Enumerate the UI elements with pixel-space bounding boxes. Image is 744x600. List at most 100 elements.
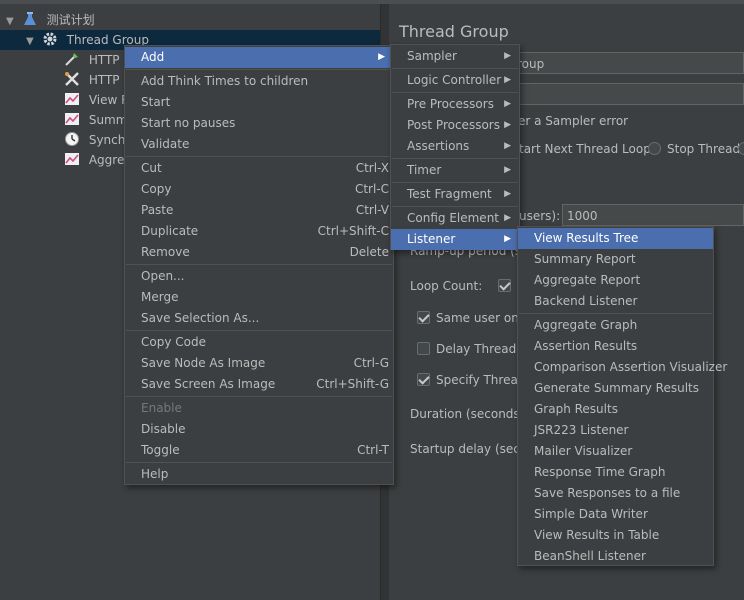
menu-item-start-no-pauses[interactable]: Start no pauses [125, 113, 393, 134]
menu-item-view-results-tree[interactable]: View Results Tree [518, 228, 713, 249]
checkbox[interactable] [417, 342, 430, 355]
shortcut-label: Ctrl-X [355, 161, 389, 175]
menu-item-beanshell-listener[interactable]: BeanShell Listener [518, 546, 713, 567]
sampler-error-label: er a Sampler error [518, 114, 629, 128]
menu-item-backend-listener[interactable]: Backend Listener [518, 291, 713, 312]
start-next-loop-option[interactable]: tart Next Thread Loop [519, 142, 651, 156]
menu-item-config-element[interactable]: Config Element ▶ [391, 208, 519, 229]
menu-item-label: Validate [141, 137, 190, 151]
comments-field[interactable] [512, 83, 744, 105]
menu-item-cut[interactable]: Cut Ctrl-X [125, 158, 393, 179]
name-field[interactable]: roup [512, 52, 744, 74]
listener-submenu: View Results Tree Summary Report Aggrega… [517, 226, 727, 567]
menu-item-graph-results[interactable]: Graph Results [518, 399, 713, 420]
menu-item-label: Duplicate [141, 224, 199, 238]
menu-item-save-screen-image[interactable]: Save Screen As Image Ctrl+Shift-G [125, 374, 393, 395]
radio-button[interactable] [738, 142, 744, 155]
menu-item-summary-report[interactable]: Summary Report [518, 249, 713, 270]
specify-thread-option[interactable]: Specify Thread [417, 373, 525, 387]
tree-node-http-request[interactable]: HTTP R [64, 50, 132, 70]
divider [519, 313, 712, 314]
pipette-icon [65, 53, 78, 66]
menu-item-post-processors[interactable]: Post Processors ▶ [391, 115, 519, 136]
tree-node-http-header[interactable]: HTTP H [64, 70, 132, 90]
divider [126, 330, 392, 331]
menu-item-aggregate-report[interactable]: Aggregate Report [518, 270, 713, 291]
menu-item-start[interactable]: Start [125, 92, 393, 113]
menu-item-response-time-graph[interactable]: Response Time Graph [518, 462, 713, 483]
shortcut-label: Ctrl-T [357, 443, 389, 457]
divider [126, 462, 392, 463]
submenu-arrow-icon: ▶ [504, 189, 511, 199]
menu-item-aggregate-graph[interactable]: Aggregate Graph [518, 315, 713, 336]
menu-item-view-results-table[interactable]: View Results in Table [518, 525, 713, 546]
menu-item-sampler[interactable]: Sampler ▶ [391, 46, 519, 67]
menu-item-disable[interactable]: Disable [125, 419, 393, 440]
shortcut-label: Ctrl-G [353, 356, 389, 370]
menu-item-simple-data-writer[interactable]: Simple Data Writer [518, 504, 713, 525]
same-user-label: Same user on e [436, 311, 530, 325]
menu-item-mailer-visualizer[interactable]: Mailer Visualizer [518, 441, 713, 462]
menu-item-save-responses[interactable]: Save Responses to a file [518, 483, 713, 504]
shortcut-label: Ctrl-C [354, 182, 389, 196]
submenu-arrow-icon: ▶ [504, 120, 511, 130]
users-input[interactable]: 1000 [562, 204, 744, 226]
menu-item-help[interactable]: Help [125, 464, 393, 485]
menu-item-add-think-times[interactable]: Add Think Times to children [125, 71, 393, 92]
menu-item-label: Copy [141, 182, 172, 196]
infinite-checkbox[interactable] [498, 279, 517, 293]
loop-count-label: Loop Count: [410, 279, 483, 293]
checkbox[interactable] [417, 311, 430, 324]
menu-item-add[interactable]: Add ▶ [125, 47, 393, 68]
menu-item-assertion-results[interactable]: Assertion Results [518, 336, 713, 357]
menu-item-label: BeanShell Listener [534, 549, 646, 563]
menu-item-label: Aggregate Report [534, 273, 641, 287]
menu-item-listener[interactable]: Listener ▶ [391, 229, 519, 250]
menu-item-pre-processors[interactable]: Pre Processors ▶ [391, 94, 519, 115]
same-user-option[interactable]: Same user on e [417, 311, 530, 325]
divider [126, 69, 392, 70]
menu-item-jsr223-listener[interactable]: JSR223 Listener [518, 420, 713, 441]
menu-item-paste[interactable]: Paste Ctrl-V [125, 200, 393, 221]
menu-item-duplicate[interactable]: Duplicate Ctrl+Shift-C [125, 221, 393, 242]
menu-item-label: Assertions [407, 139, 470, 153]
stop-thread-option[interactable]: Stop Thread [648, 142, 740, 156]
submenu-arrow-icon: ▶ [504, 75, 511, 85]
expand-arrow-icon[interactable]: ▼ [26, 32, 38, 52]
checkbox[interactable] [417, 373, 430, 386]
menu-item-assertions[interactable]: Assertions ▶ [391, 136, 519, 157]
tree-node-aggregate[interactable]: Aggreg [64, 150, 132, 170]
expand-arrow-icon[interactable]: ▼ [6, 12, 18, 32]
menu-item-merge[interactable]: Merge [125, 287, 393, 308]
menu-item-label: View Results Tree [534, 231, 639, 245]
shortcut-label: Ctrl+Shift-C [317, 224, 389, 238]
checkbox[interactable] [498, 279, 511, 292]
menu-item-test-fragment[interactable]: Test Fragment ▶ [391, 184, 519, 205]
menu-item-copy[interactable]: Copy Ctrl-C [125, 179, 393, 200]
menu-item-label: Timer [407, 163, 442, 177]
menu-item-validate[interactable]: Validate [125, 134, 393, 155]
delay-thread-option[interactable]: Delay Thread cr [417, 342, 532, 356]
menu-item-label: Logic Controller [407, 73, 502, 87]
duration-label: Duration (seconds): [410, 407, 529, 421]
divider [392, 182, 518, 183]
menu-item-save-selection[interactable]: Save Selection As... [125, 308, 393, 329]
menu-item-generate-summary-results[interactable]: Generate Summary Results [518, 378, 713, 399]
add-submenu: Sampler ▶ Logic Controller ▶ Pre Processor… [390, 44, 520, 250]
menu-item-comparison-assertion-visualizer[interactable]: Comparison Assertion Visualizer [518, 357, 727, 378]
stop-test-option[interactable] [738, 142, 744, 156]
menu-item-timer[interactable]: Timer ▶ [391, 160, 519, 181]
submenu-arrow-icon: ▶ [504, 141, 511, 151]
menu-item-label: Generate Summary Results [534, 381, 699, 395]
shortcut-label: Delete [349, 245, 389, 259]
radio-button[interactable] [648, 142, 661, 155]
tree-node-synchronizing-timer[interactable]: Synchr [64, 130, 130, 150]
menu-item-toggle[interactable]: Toggle Ctrl-T [125, 440, 393, 461]
menu-item-remove[interactable]: Remove Delete [125, 242, 393, 263]
menu-item-logic-controller[interactable]: Logic Controller ▶ [391, 70, 519, 91]
context-menu: Add ▶ Add Think Times to children Start S… [124, 45, 394, 485]
menu-item-open[interactable]: Open... [125, 266, 393, 287]
tree-node-test-plan[interactable]: ▼ 测试计划 [6, 10, 95, 30]
menu-item-save-node-image[interactable]: Save Node As Image Ctrl-G [125, 353, 393, 374]
menu-item-copy-code[interactable]: Copy Code [125, 332, 393, 353]
